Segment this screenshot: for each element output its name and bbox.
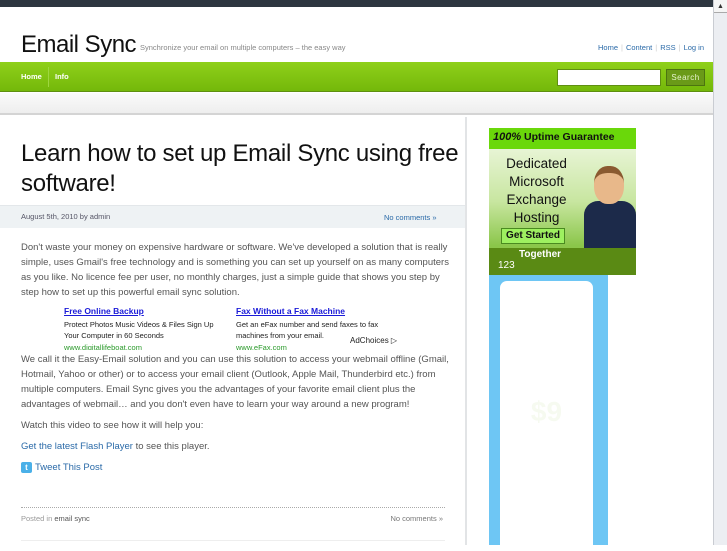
flash-notice-text: to see this player. bbox=[132, 441, 210, 452]
twitter-icon: t bbox=[21, 462, 32, 473]
search-button[interactable]: Search bbox=[666, 69, 705, 86]
scroll-up-arrow-icon[interactable]: ▲ bbox=[714, 0, 727, 13]
exchange-hosting-ad[interactable]: 100% Uptime Guarantee Dedicated Microsof… bbox=[489, 128, 636, 275]
nav-divider bbox=[48, 67, 49, 87]
ad-uptime-percent: 100% bbox=[493, 131, 522, 143]
ad-url[interactable]: www.digitallifeboat.com bbox=[64, 342, 229, 350]
vertical-scrollbar[interactable]: ▲ bbox=[713, 0, 727, 545]
ad-tagline: Together bbox=[519, 249, 562, 260]
footer-comments-link[interactable]: No comments » bbox=[390, 514, 443, 523]
ad-title[interactable]: Fax Without a Fax Machine bbox=[236, 306, 396, 318]
get-started-button[interactable]: Get Started bbox=[501, 228, 565, 244]
post-body: Don't waste your money on expensive hard… bbox=[21, 240, 449, 475]
site-logo[interactable]: Email Sync bbox=[21, 31, 137, 59]
main-content: Learn how to set up Email Sync using fre… bbox=[0, 117, 467, 545]
browser-top-bar bbox=[0, 0, 713, 7]
top-link-content[interactable]: Content bbox=[626, 43, 652, 52]
header-band bbox=[0, 93, 713, 115]
tweet-label[interactable]: Tweet This Post bbox=[35, 460, 102, 475]
skyscraper-ad-panel: $9 bbox=[500, 281, 593, 551]
flash-player-link[interactable]: Get the latest Flash Player bbox=[21, 441, 133, 452]
tweet-button[interactable]: t Tweet This Post bbox=[21, 460, 449, 475]
top-link-login[interactable]: Log in bbox=[684, 43, 704, 52]
ad-uptime-text: Uptime Guarantee bbox=[521, 131, 615, 143]
ad-footer: Together 123 bbox=[489, 248, 636, 275]
site-header: Email Sync Synchronize your email on mul… bbox=[0, 7, 713, 62]
post-meta: August 5th, 2010 by admin No comments » bbox=[0, 205, 465, 228]
posted-in-label: Posted in bbox=[21, 514, 55, 523]
top-link-rss[interactable]: RSS bbox=[660, 43, 675, 52]
post-title[interactable]: Learn how to set up Email Sync using fre… bbox=[21, 139, 461, 199]
ad-block: Free Online Backup Protect Photos Music … bbox=[21, 306, 449, 351]
post-date: August 5th, 2010 by admin bbox=[21, 212, 111, 221]
ad-title[interactable]: Free Online Backup bbox=[64, 306, 229, 318]
post-footer: Posted in email sync No comments » bbox=[21, 507, 445, 531]
ad-item[interactable]: Free Online Backup Protect Photos Music … bbox=[64, 306, 229, 350]
ad-price: $9 bbox=[530, 396, 563, 427]
top-links: Home | Content | RSS | Log in bbox=[597, 43, 704, 52]
divider bbox=[21, 540, 445, 541]
skyscraper-ad[interactable]: $9 bbox=[489, 275, 608, 551]
top-link-home[interactable]: Home bbox=[598, 43, 618, 52]
search-input[interactable] bbox=[557, 69, 661, 86]
post-category: Posted in email sync bbox=[21, 514, 90, 523]
nav-home[interactable]: Home bbox=[21, 72, 42, 81]
main-nav: Home Info Search bbox=[0, 62, 713, 92]
nav-info[interactable]: Info bbox=[55, 72, 69, 81]
category-link[interactable]: email sync bbox=[54, 514, 89, 523]
post-comments-link[interactable]: No comments » bbox=[384, 213, 437, 222]
ad-text: Protect Photos Music Videos & Files Sign… bbox=[64, 319, 214, 341]
ad-headline: Dedicated Microsoft Exchange Hosting bbox=[506, 156, 567, 225]
flash-notice: Get the latest Flash Player to see this … bbox=[21, 439, 449, 454]
sidebar: 100% Uptime Guarantee Dedicated Microsof… bbox=[469, 117, 713, 551]
site-tagline: Synchronize your email on multiple compu… bbox=[140, 43, 346, 52]
post-paragraph: Watch this video to see how it will help… bbox=[21, 420, 204, 431]
adchoices-link[interactable]: AdChoices ▷ bbox=[350, 335, 397, 347]
ad-banner-top: 100% Uptime Guarantee bbox=[489, 128, 636, 149]
post-paragraph: We call it the Easy-Email solution and y… bbox=[21, 354, 449, 410]
ad-brand-logo: 123 bbox=[498, 260, 515, 271]
post-paragraph: Don't waste your money on expensive hard… bbox=[21, 242, 449, 298]
